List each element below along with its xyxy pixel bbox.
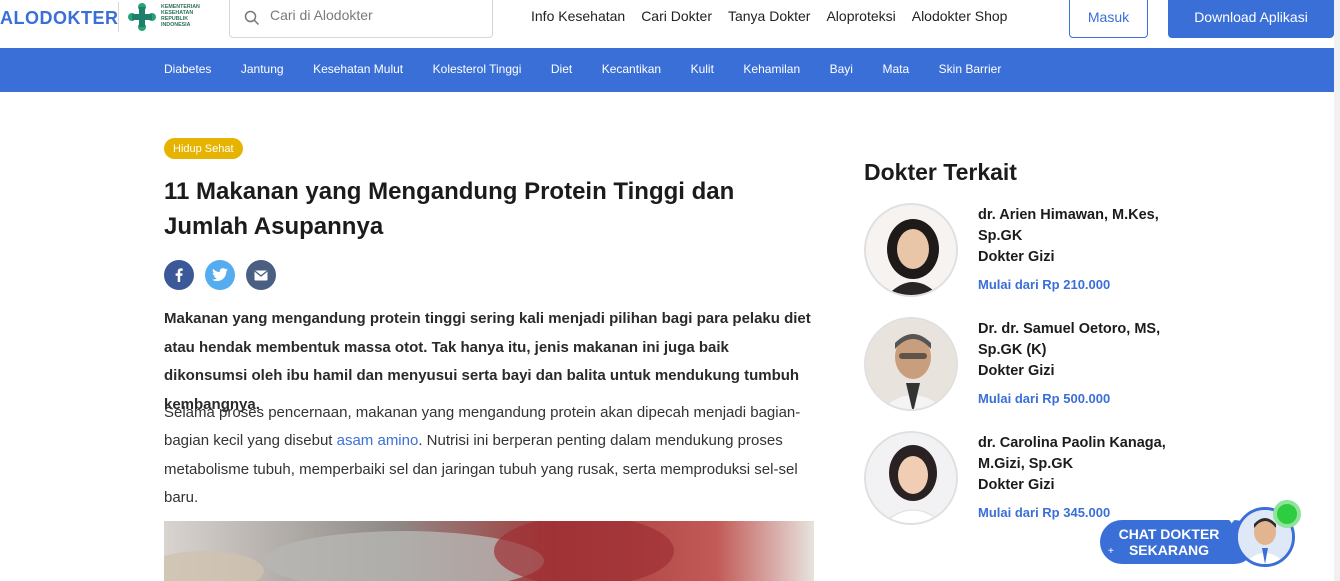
nav-aloproteksi[interactable]: Aloproteksi [826, 8, 895, 24]
category-diabetes[interactable]: Diabetes [164, 62, 211, 76]
doctor-avatar[interactable] [864, 317, 958, 411]
doctor-name[interactable]: dr. Carolina Paolin Kanaga, M.Gizi, Sp.G… [978, 433, 1178, 496]
category-kulit[interactable]: Kulit [691, 62, 714, 76]
login-button[interactable]: Masuk [1069, 0, 1148, 38]
top-header: ALODOKTER KEMENTERIAN KESEHATAN REPUBLIK… [0, 0, 1340, 48]
share-twitter-button[interactable] [205, 260, 235, 290]
doctor-specialty: Dokter Gizi [978, 363, 1055, 379]
doctor-name-text[interactable]: dr. Arien Himawan, M.Kes, Sp.GK [978, 205, 1178, 247]
doctor-card[interactable]: dr. Carolina Paolin Kanaga, M.Gizi, Sp.G… [864, 431, 1194, 531]
doctor-card[interactable]: dr. Arien Himawan, M.Kes, Sp.GK Dokter G… [864, 203, 1194, 303]
scrollbar[interactable] [1334, 0, 1340, 581]
download-app-button[interactable]: Download Aplikasi [1168, 0, 1334, 38]
chat-label-line1: CHAT DOKTER [1118, 526, 1220, 542]
doctor-name[interactable]: Dr. dr. Samuel Oetoro, MS, Sp.GK (K) Dok… [978, 319, 1178, 382]
nav-cari-dokter[interactable]: Cari Dokter [641, 8, 712, 24]
category-bar: Diabetes Jantung Kesehatan Mulut Koleste… [0, 48, 1340, 92]
doctor-price: Mulai dari Rp 345.000 [978, 505, 1111, 520]
share-email-button[interactable] [246, 260, 276, 290]
top-nav: Info Kesehatan Cari Dokter Tanya Dokter … [531, 8, 1007, 24]
doctor-specialty: Dokter Gizi [978, 477, 1055, 493]
doctor-card[interactable]: Dr. dr. Samuel Oetoro, MS, Sp.GK (K) Dok… [864, 317, 1194, 417]
article-hero-image [164, 521, 814, 581]
search-icon [244, 10, 260, 26]
sparkle-icon: ✦ [1228, 516, 1236, 526]
doctor-specialty: Dokter Gizi [978, 249, 1055, 265]
doctor-name-text[interactable]: dr. Carolina Paolin Kanaga, M.Gizi, Sp.G… [978, 433, 1178, 475]
online-status-dot [1273, 500, 1301, 528]
email-icon [254, 269, 268, 280]
article-tag[interactable]: Hidup Sehat [164, 138, 243, 159]
category-kolesterol-tinggi[interactable]: Kolesterol Tinggi [433, 62, 522, 76]
kemenkes-text: KEMENTERIAN KESEHATAN REPUBLIK INDONESIA [161, 4, 200, 28]
doctor-name[interactable]: dr. Arien Himawan, M.Kes, Sp.GK Dokter G… [978, 205, 1178, 268]
logo-divider [118, 2, 119, 32]
doctor-avatar[interactable] [864, 203, 958, 297]
category-diet[interactable]: Diet [551, 62, 572, 76]
article-paragraph: Selama proses pencernaan, makanan yang m… [164, 399, 824, 512]
sparkle-icon: + [1108, 546, 1114, 557]
category-kehamilan[interactable]: Kehamilan [743, 62, 800, 76]
category-skin-barrier[interactable]: Skin Barrier [939, 62, 1002, 76]
nav-tanya-dokter[interactable]: Tanya Dokter [728, 8, 810, 24]
category-kesehatan-mulut[interactable]: Kesehatan Mulut [313, 62, 403, 76]
nav-alodokter-shop[interactable]: Alodokter Shop [912, 8, 1008, 24]
twitter-icon [212, 268, 228, 282]
nav-info-kesehatan[interactable]: Info Kesehatan [531, 8, 625, 24]
doctor-name-text[interactable]: Dr. dr. Samuel Oetoro, MS, Sp.GK (K) [978, 319, 1178, 361]
category-bayi[interactable]: Bayi [830, 62, 853, 76]
related-doctors-title: Dokter Terkait [864, 159, 1017, 185]
article-title: 11 Makanan yang Mengandung Protein Tingg… [164, 178, 735, 240]
doctor-price: Mulai dari Rp 210.000 [978, 277, 1111, 292]
asam-amino-link[interactable]: asam amino [337, 432, 419, 449]
doctor-avatar[interactable] [864, 431, 958, 525]
category-jantung[interactable]: Jantung [241, 62, 284, 76]
category-mata[interactable]: Mata [882, 62, 909, 76]
facebook-icon [175, 268, 183, 282]
kemenkes-logo-icon [128, 3, 156, 31]
alodokter-logo[interactable]: ALODOKTER [0, 8, 119, 28]
search-input[interactable] [270, 7, 480, 23]
category-kecantikan[interactable]: Kecantikan [602, 62, 661, 76]
chat-label-line2: SEKARANG [1128, 542, 1210, 558]
doctor-price: Mulai dari Rp 500.000 [978, 391, 1111, 406]
share-facebook-button[interactable] [164, 260, 194, 290]
search-box[interactable] [229, 0, 493, 38]
